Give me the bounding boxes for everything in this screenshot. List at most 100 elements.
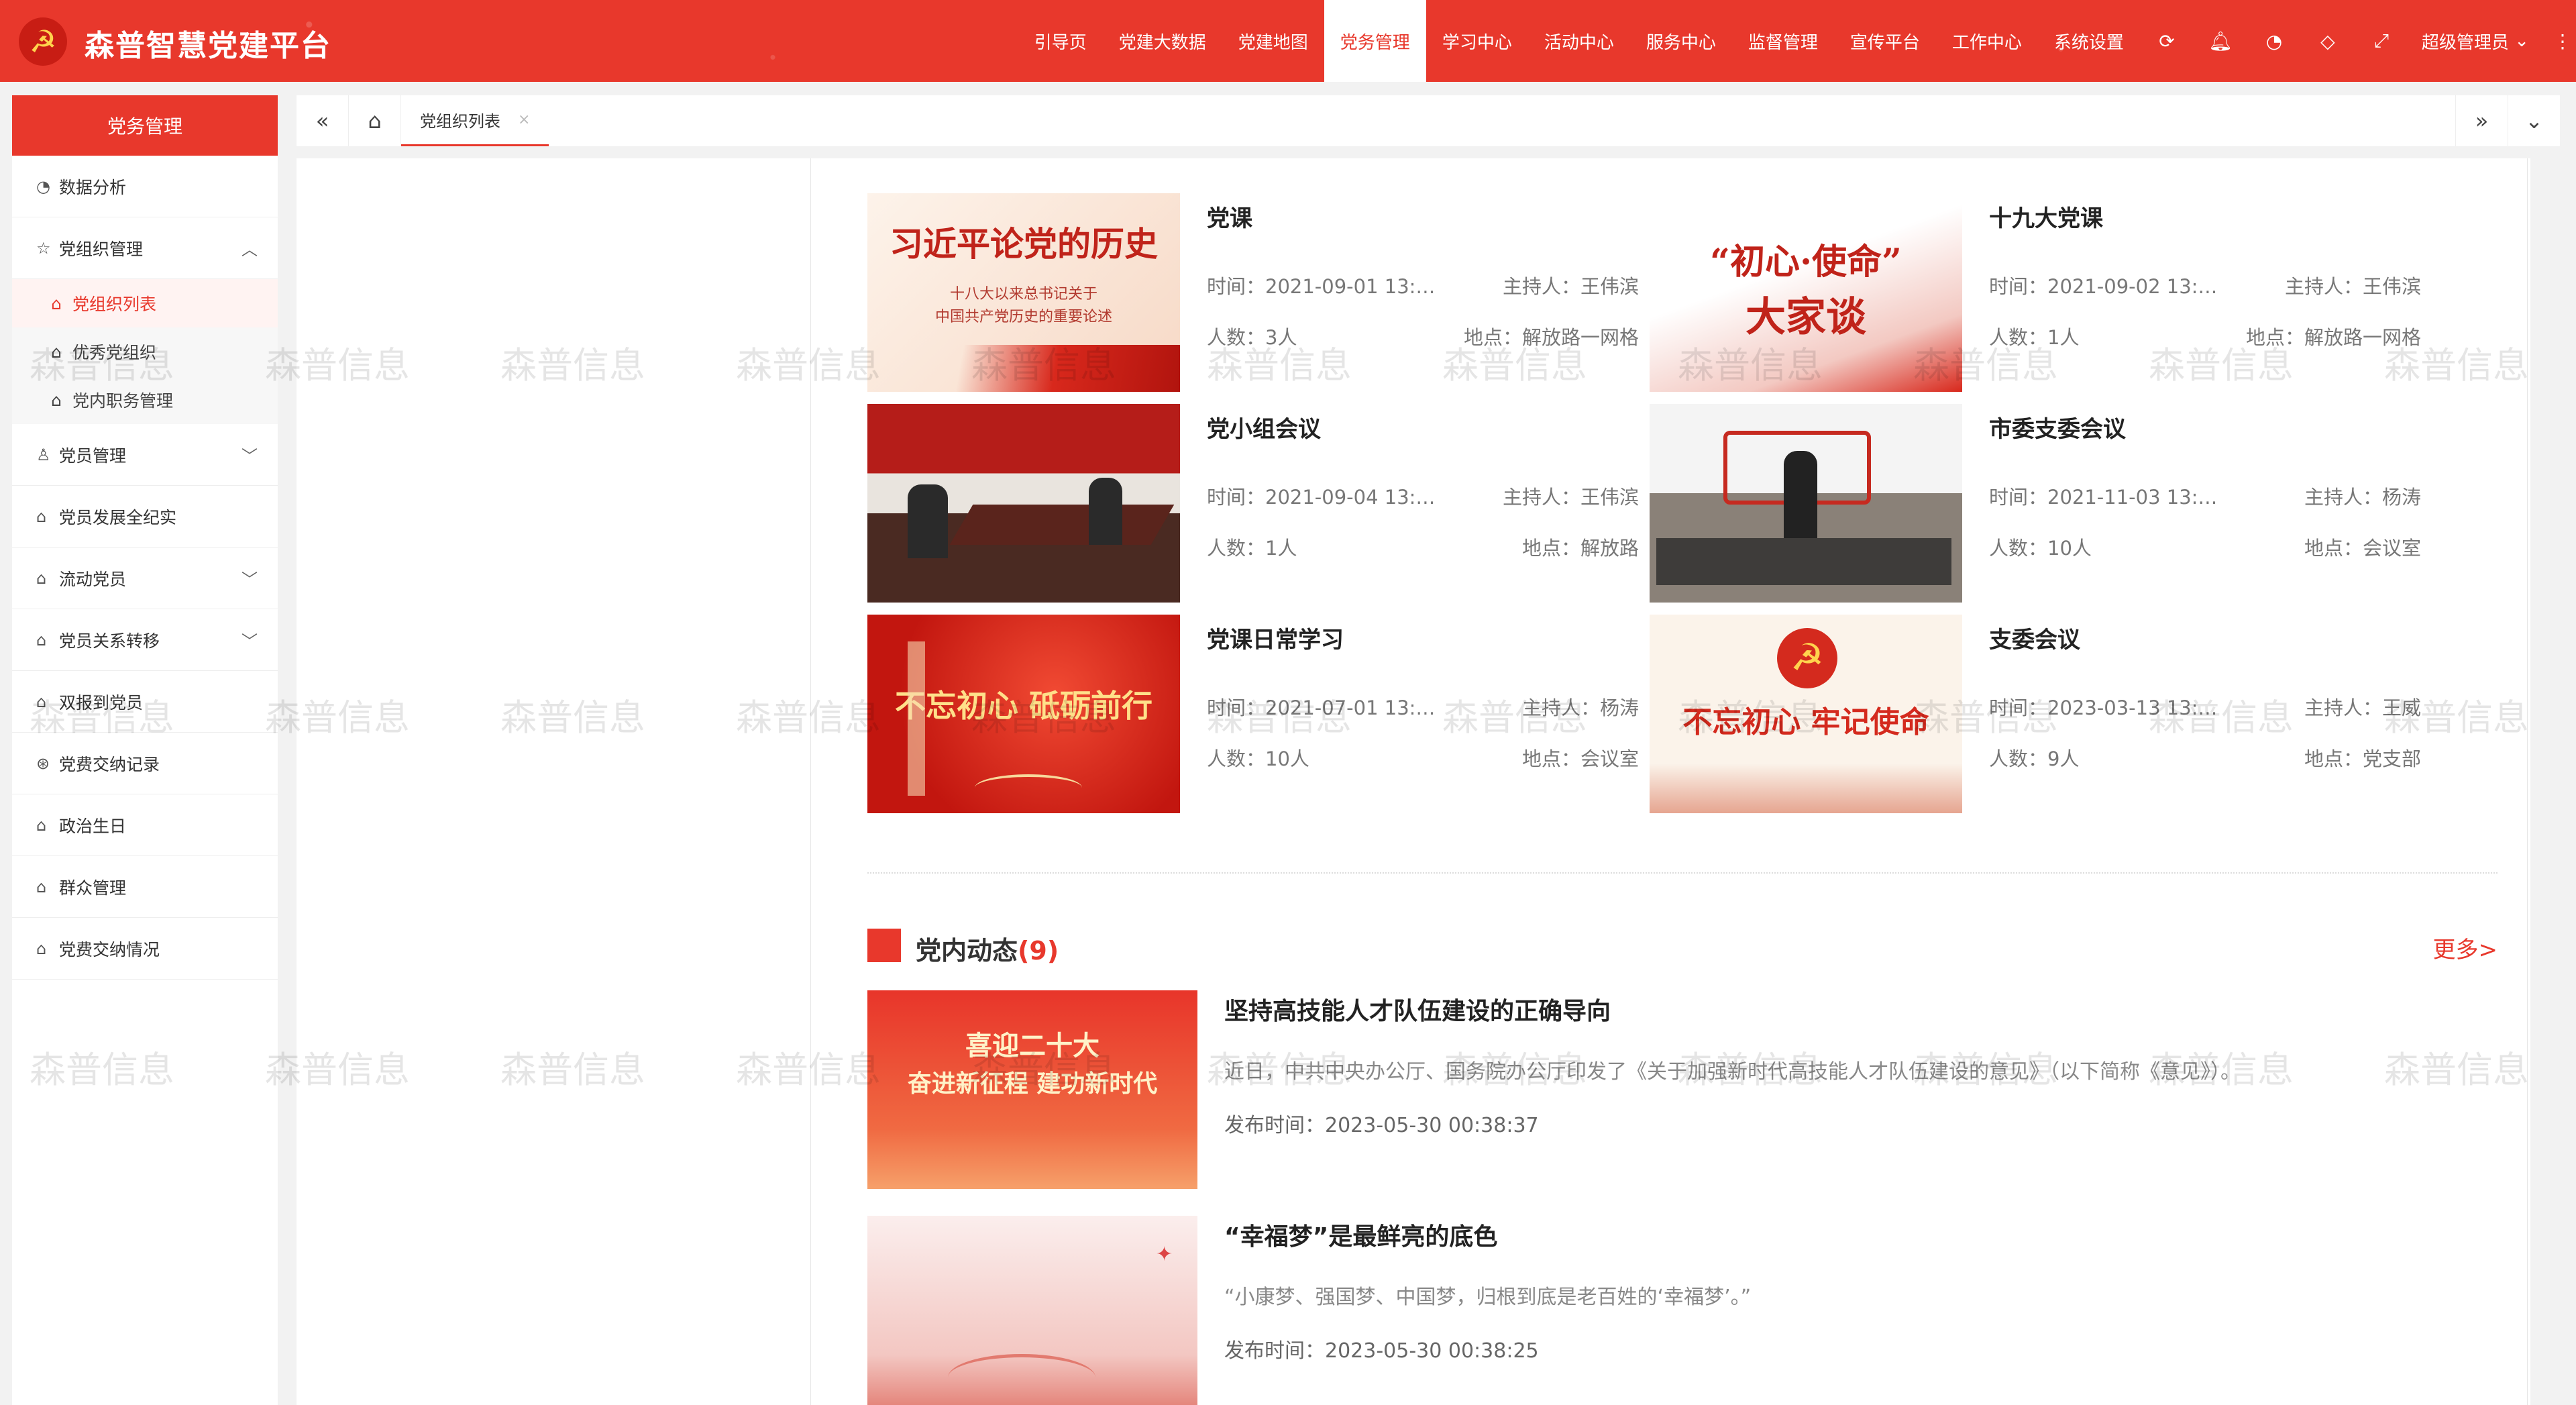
activity-card[interactable]: 市委支委会议 时间：2021-11-03 13:… 主持人：杨涛 人数：10人 … xyxy=(1650,404,2421,603)
activity-card[interactable]: ☭ 不忘初心 牢记使命 支委会议 时间：2023-03-13 13:… 主持人：… xyxy=(1650,615,2421,813)
activity-time: 时间：2021-09-01 13:… xyxy=(1207,275,1436,298)
home-icon: ⌂ xyxy=(36,507,47,526)
tab-label: 党组织列表 xyxy=(420,112,500,131)
news-item[interactable]: 喜迎二十大 奋进新征程 建功新时代 坚持高技能人才队伍建设的正确导向 近日，中共… xyxy=(867,990,2498,1189)
sidebar-item-label: 双报到党员 xyxy=(59,692,144,713)
chevron-down-icon: ﹀ xyxy=(241,447,258,466)
nav-guide[interactable]: 引导页 xyxy=(1018,0,1103,82)
activity-host: 主持人：王伟滨 xyxy=(1502,275,1639,298)
sidebar-item-org-management[interactable]: ☆ 党组织管理 ︿ xyxy=(12,217,278,279)
nav-activity[interactable]: 活动中心 xyxy=(1528,0,1630,82)
sidebar-item-label: 党员发展全纪实 xyxy=(59,507,177,527)
news-description: 近日，中共中央办公厅、国务院办公厅印发了《关于加强新时代高技能人才队伍建设的意见… xyxy=(1224,1060,2241,1084)
activity-thumbnail: “初心·使命” 大家谈 xyxy=(1650,193,1962,392)
nav-publicity[interactable]: 宣传平台 xyxy=(1834,0,1936,82)
sidebar-item-dues-records[interactable]: ⊛ 党费交纳记录 xyxy=(12,733,278,794)
home-icon: ⌂ xyxy=(36,692,47,711)
refresh-icon[interactable]: ⟳ xyxy=(2140,0,2194,82)
fullscreen-icon[interactable]: ⤢ xyxy=(2355,0,2408,82)
news-section-label: 党内动态 xyxy=(916,936,1018,966)
top-navbar: ☭ 森普智慧党建平台 引导页 党建大数据 党建地图 党务管理 学习中心 活动中心… xyxy=(0,0,2576,82)
more-vertical-icon[interactable]: ⋮ xyxy=(2549,0,2576,82)
nav-service[interactable]: 服务中心 xyxy=(1630,0,1732,82)
sidebar-item-dues-status[interactable]: ⌂ 党费交纳情况 xyxy=(12,918,278,980)
activity-host: 主持人：杨涛 xyxy=(2304,486,2421,509)
close-icon[interactable]: × xyxy=(518,111,530,128)
activity-count: 人数：1人 xyxy=(1207,537,1297,560)
activity-photo xyxy=(867,404,1180,603)
chevron-down-icon: ⌄ xyxy=(2508,31,2529,51)
nav-learning[interactable]: 学习中心 xyxy=(1426,0,1528,82)
activity-count: 人数：10人 xyxy=(1207,747,1309,770)
top-nav: 引导页 党建大数据 党建地图 党务管理 学习中心 活动中心 服务中心 监督管理 … xyxy=(1018,0,2576,82)
news-thumbnail: 喜迎二十大 奋进新征程 建功新时代 xyxy=(867,990,1197,1189)
sidebar-item-member-management[interactable]: ♙ 党员管理 ﹀ xyxy=(12,424,278,486)
nav-map[interactable]: 党建地图 xyxy=(1222,0,1324,82)
news-item[interactable]: ✦ “幸福梦”是最鲜亮的底色 “小康梦、强国梦、中国梦，归根到底是老百姓的‘幸福… xyxy=(867,1216,2498,1405)
sidebar-item-dual-report[interactable]: ⌂ 双报到党员 xyxy=(12,671,278,733)
sidebar-item-relation-transfer[interactable]: ⌂ 党员关系转移 ﹀ xyxy=(12,609,278,671)
thumb-title: 大家谈 xyxy=(1746,294,1866,341)
activity-place: 地点：解放路一网格 xyxy=(2245,326,2421,349)
sidebar-subitem-excellent-org[interactable]: ⌂ 优秀党组织 xyxy=(12,327,278,376)
double-chevron-right-icon[interactable]: » xyxy=(2455,95,2508,146)
double-chevron-left-icon[interactable]: « xyxy=(297,95,349,146)
thumb-title: “初心·使命” xyxy=(1710,242,1902,282)
news-description: “小康梦、强国梦、中国梦，归根到底是老百姓的‘幸福梦’。” xyxy=(1224,1286,1752,1309)
tab-org-list[interactable]: 党组织列表 × xyxy=(401,95,549,146)
sidebar-item-floating-members[interactable]: ⌂ 流动党员 ﹀ xyxy=(12,548,278,609)
section-divider xyxy=(867,872,2498,874)
home-icon[interactable]: ⌂ xyxy=(349,95,401,146)
chevron-up-icon: ︿ xyxy=(241,240,258,259)
bell-icon[interactable]: 🔔︎ xyxy=(2194,0,2247,82)
star-icon: ☆ xyxy=(36,238,51,258)
activity-time: 时间：2021-09-02 13:… xyxy=(1989,275,2218,298)
thumb-subtitle: 十八大以来总书记关于 xyxy=(949,286,1097,303)
activity-card[interactable]: 习近平论党的历史 十八大以来总书记关于 中国共产党历史的重要论述 党课 时间：2… xyxy=(867,193,1639,392)
activity-thumbnail: 习近平论党的历史 十八大以来总书记关于 中国共产党历史的重要论述 xyxy=(867,193,1180,392)
nav-supervision[interactable]: 监督管理 xyxy=(1732,0,1834,82)
activity-title: 党课日常学习 xyxy=(1207,627,1344,654)
more-link[interactable]: 更多> xyxy=(2433,931,2498,964)
home-icon: ⌂ xyxy=(51,390,62,410)
sidebar-item-label: 优秀党组织 xyxy=(72,343,157,362)
person-icon: ♙ xyxy=(36,445,51,464)
nav-big-data[interactable]: 党建大数据 xyxy=(1103,0,1222,82)
activity-thumbnail: 不忘初心 砥砺前行 xyxy=(867,615,1180,813)
activity-count: 人数：9人 xyxy=(1989,747,2080,770)
nav-settings[interactable]: 系统设置 xyxy=(2038,0,2140,82)
activity-thumbnail: ☭ 不忘初心 牢记使命 xyxy=(1650,615,1962,813)
thumb-title: 奋进新征程 建功新时代 xyxy=(907,1070,1158,1098)
news-title: 坚持高技能人才队伍建设的正确导向 xyxy=(1224,998,1611,1025)
sidebar-item-political-birthday[interactable]: ⌂ 政治生日 xyxy=(12,794,278,856)
activity-card[interactable]: 不忘初心 砥砺前行 党课日常学习 时间：2021-07-01 13:… 主持人：… xyxy=(867,615,1639,813)
section-marker xyxy=(867,929,901,962)
activity-title: 十九大党课 xyxy=(1989,205,2103,232)
activity-title: 市委支委会议 xyxy=(1989,416,2126,443)
user-menu[interactable]: 超级管理员 ⌄ xyxy=(2408,0,2549,82)
activity-title: 党小组会议 xyxy=(1207,416,1321,443)
tag-icon[interactable]: ◇ xyxy=(2301,0,2355,82)
news-count: (9) xyxy=(1018,936,1059,966)
activity-host: 主持人：王威 xyxy=(2304,696,2421,719)
chevron-down-icon: ﹀ xyxy=(241,632,258,651)
activity-card[interactable]: 党小组会议 时间：2021-09-04 13:… 主持人：王伟滨 人数：1人 地… xyxy=(867,404,1639,603)
tab-bar: « ⌂ 党组织列表 × » ⌄ xyxy=(297,95,2560,146)
sidebar-subitem-positions[interactable]: ⌂ 党内职务管理 xyxy=(12,376,278,424)
activity-card[interactable]: “初心·使命” 大家谈 十九大党课 时间：2021-09-02 13:… 主持人… xyxy=(1650,193,2421,392)
sidebar-subitem-org-list[interactable]: ⌂ 党组织列表 xyxy=(12,279,278,327)
sidebar-item-data-analysis[interactable]: ◔ 数据分析 xyxy=(12,156,278,217)
sidebar-item-masses[interactable]: ⌂ 群众管理 xyxy=(12,856,278,918)
thumb-title: 不忘初心 牢记使命 xyxy=(1682,705,1929,739)
activity-place: 地点：会议室 xyxy=(1521,747,1639,770)
chevron-down-icon[interactable]: ⌄ xyxy=(2508,95,2560,146)
news-date: 发布时间：2023-05-30 00:38:25 xyxy=(1224,1339,1539,1363)
palette-icon[interactable]: ◔ xyxy=(2247,0,2301,82)
nav-party-affairs[interactable]: 党务管理 xyxy=(1324,0,1426,82)
activity-title: 党课 xyxy=(1207,205,1252,232)
sidebar-item-member-development[interactable]: ⌂ 党员发展全纪实 xyxy=(12,486,278,548)
activity-place: 地点：党支部 xyxy=(2304,747,2421,770)
news-section-header: 党内动态(9) 更多> xyxy=(867,926,2498,966)
thumb-title: 习近平论党的历史 xyxy=(890,224,1158,264)
nav-work[interactable]: 工作中心 xyxy=(1936,0,2038,82)
